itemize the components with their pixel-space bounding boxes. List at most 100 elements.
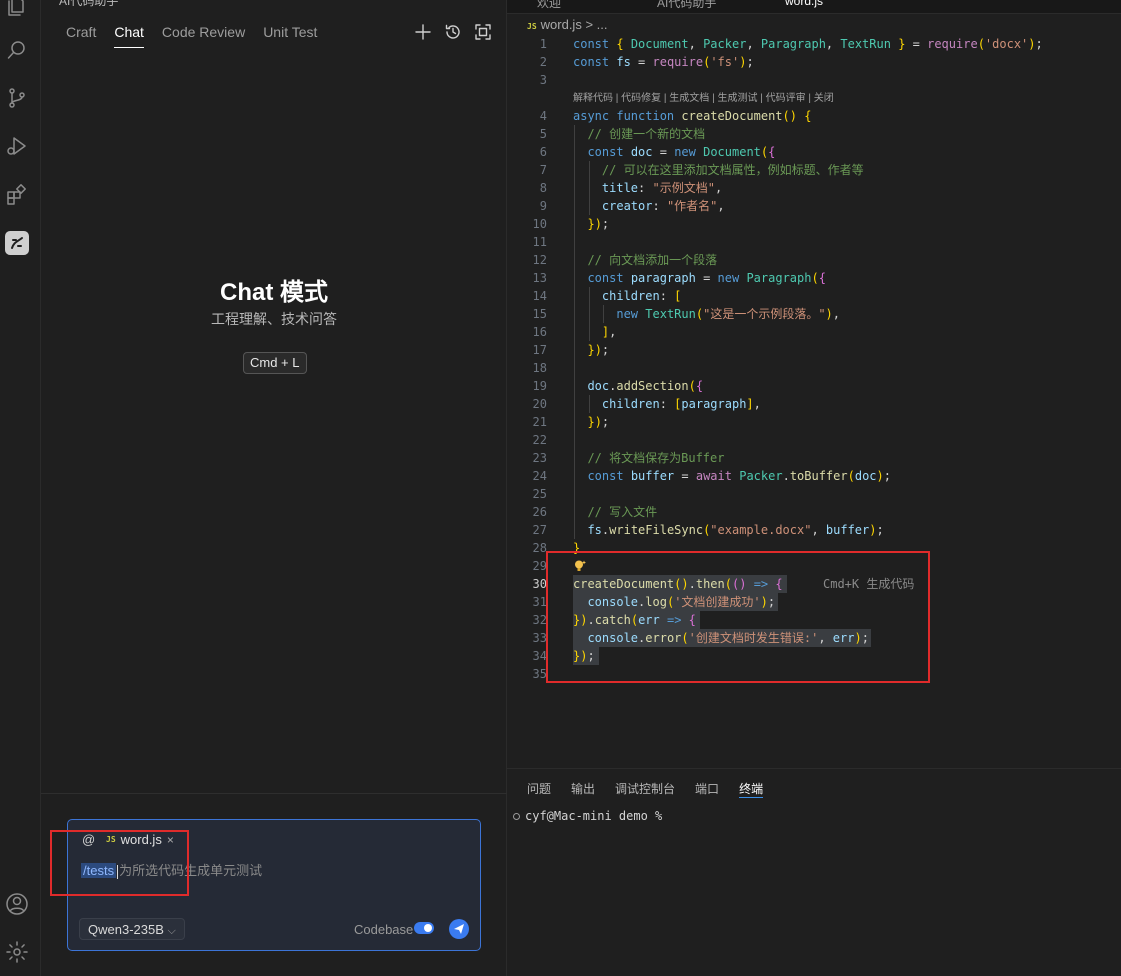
code-line[interactable]: const doc = new Document({ (573, 143, 775, 161)
line-number: 10 (532, 217, 547, 231)
line-number: 32 (532, 613, 547, 627)
chat-mode-tabs: Craft Chat Code Review Unit Test (66, 22, 317, 48)
extensions-icon[interactable] (5, 183, 29, 207)
line-number: 21 (532, 415, 547, 429)
line-number: 15 (532, 307, 547, 321)
code-line[interactable]: ], (573, 323, 616, 341)
model-name: Qwen3-235B (88, 922, 164, 937)
code-line[interactable]: new TextRun("这是一个示例段落。"), (573, 305, 840, 323)
code-lens-actions[interactable]: 解释代码 | 代码修复 | 生成文档 | 生成测试 | 代码评审 | 关闭 (573, 90, 834, 108)
line-number: 19 (532, 379, 547, 393)
settings-gear-icon[interactable] (5, 940, 29, 964)
code-line[interactable]: const fs = require('fs'); (573, 53, 754, 71)
code-line[interactable]: children: [paragraph], (573, 395, 761, 413)
history-icon[interactable] (444, 23, 462, 41)
line-number: 30 (532, 577, 547, 591)
line-number: 18 (532, 361, 547, 375)
new-chat-plus-icon[interactable] (414, 23, 432, 41)
tab-debug-console[interactable]: 调试控制台 (615, 780, 675, 798)
ai-assistant-icon[interactable] (5, 231, 29, 255)
panel-title: AI代码助手 (59, 0, 119, 8)
terminal-prompt-line[interactable]: cyf@Mac-mini demo % (513, 809, 662, 823)
chat-mode-title: Chat 模式 (220, 279, 328, 306)
chat-mode-subtitle: 工程理解、技术问答 (211, 311, 337, 327)
code-line[interactable]: // 将文档保存为Buffer (573, 449, 724, 467)
line-number: 33 (532, 631, 547, 645)
line-number: 20 (532, 397, 547, 411)
terminal-prompt: cyf@Mac-mini demo % (525, 809, 663, 823)
tab-chat[interactable]: Chat (114, 22, 144, 48)
model-selector[interactable]: Qwen3-235B ⌵ (79, 918, 185, 940)
divider (41, 793, 507, 794)
line-number: 2 (539, 55, 547, 69)
prompt-status-icon (513, 813, 520, 820)
line-number: 35 (532, 667, 547, 681)
tab-craft[interactable]: Craft (66, 22, 96, 48)
breadcrumb[interactable]: JS word.js > ... (527, 17, 607, 32)
tab-problems[interactable]: 问题 (527, 780, 551, 798)
editor-tab-strip: 欢迎 AI代码助手 word.js (507, 0, 1121, 14)
line-number: 23 (532, 451, 547, 465)
code-line[interactable]: }); (573, 413, 609, 431)
code-line[interactable]: children: [ (573, 287, 681, 305)
search-icon[interactable] (5, 38, 29, 62)
account-icon[interactable] (5, 892, 29, 916)
bottom-panel: 问题 输出 调试控制台 端口 终端 cyf@Mac-mini demo % (507, 768, 1121, 976)
editor-tab-ai-assistant[interactable]: AI代码助手 (657, 0, 716, 11)
code-line[interactable]: async function createDocument() { (573, 107, 811, 125)
code-line[interactable]: }); (573, 215, 609, 233)
send-icon (454, 924, 464, 934)
line-number: 31 (532, 595, 547, 609)
breadcrumb-file: word.js (540, 17, 582, 32)
line-number: 6 (539, 145, 547, 159)
chat-panel: AI代码助手 Craft Chat Code Review Unit Test … (41, 0, 507, 976)
tab-ports[interactable]: 端口 (695, 780, 719, 798)
explorer-icon[interactable] (5, 0, 29, 18)
highlight-box-input (50, 830, 189, 896)
line-number: 9 (539, 199, 547, 213)
code-line[interactable]: // 可以在这里添加文档属性，例如标题、作者等 (573, 161, 864, 179)
code-line[interactable]: creator: "作者名", (573, 197, 725, 215)
line-number: 34 (532, 649, 547, 663)
panel-tabs: 问题 输出 调试控制台 端口 终端 (527, 780, 764, 798)
line-number: 1 (539, 37, 547, 51)
line-number: 12 (532, 253, 547, 267)
code-line[interactable]: fs.writeFileSync("example.docx", buffer)… (573, 521, 883, 539)
tab-code-review[interactable]: Code Review (162, 22, 245, 48)
line-number: 5 (539, 127, 547, 141)
code-line[interactable]: // 创建一个新的文档 (573, 125, 705, 143)
code-line[interactable]: // 向文档添加一个段落 (573, 251, 717, 269)
code-line[interactable]: const { Document, Packer, Paragraph, Tex… (573, 35, 1043, 53)
code-line[interactable]: const paragraph = new Paragraph({ (573, 269, 826, 287)
code-line[interactable]: doc.addSection({ (573, 377, 703, 395)
line-number: 28 (532, 541, 547, 555)
js-file-icon: JS (527, 22, 537, 31)
shortcut-badge: Cmd + L (243, 352, 307, 374)
line-number: 16 (532, 325, 547, 339)
code-line[interactable]: }); (573, 341, 609, 359)
line-number: 7 (539, 163, 547, 177)
line-number: 26 (532, 505, 547, 519)
code-line[interactable]: // 写入文件 (573, 503, 657, 521)
code-line[interactable]: const buffer = await Packer.toBuffer(doc… (573, 467, 891, 485)
codebase-toggle[interactable] (414, 922, 434, 934)
line-number: 25 (532, 487, 547, 501)
activity-bar (0, 0, 41, 976)
source-control-icon[interactable] (5, 86, 29, 110)
tab-unit-test[interactable]: Unit Test (263, 22, 317, 48)
code-line[interactable]: title: "示例文档", (573, 179, 722, 197)
line-number: 27 (532, 523, 547, 537)
line-number: 3 (539, 73, 547, 87)
tab-output[interactable]: 输出 (571, 780, 595, 798)
send-button[interactable] (449, 919, 469, 939)
line-number: 13 (532, 271, 547, 285)
editor-tab-word-js[interactable]: word.js (785, 0, 823, 8)
line-number: 29 (532, 559, 547, 573)
tab-terminal[interactable]: 终端 (739, 780, 764, 798)
line-number: 11 (532, 235, 547, 249)
expand-icon[interactable] (474, 23, 492, 41)
run-debug-icon[interactable] (5, 134, 29, 158)
editor-tab-welcome[interactable]: 欢迎 (537, 0, 561, 11)
line-number: 14 (532, 289, 547, 303)
line-number: 24 (532, 469, 547, 483)
